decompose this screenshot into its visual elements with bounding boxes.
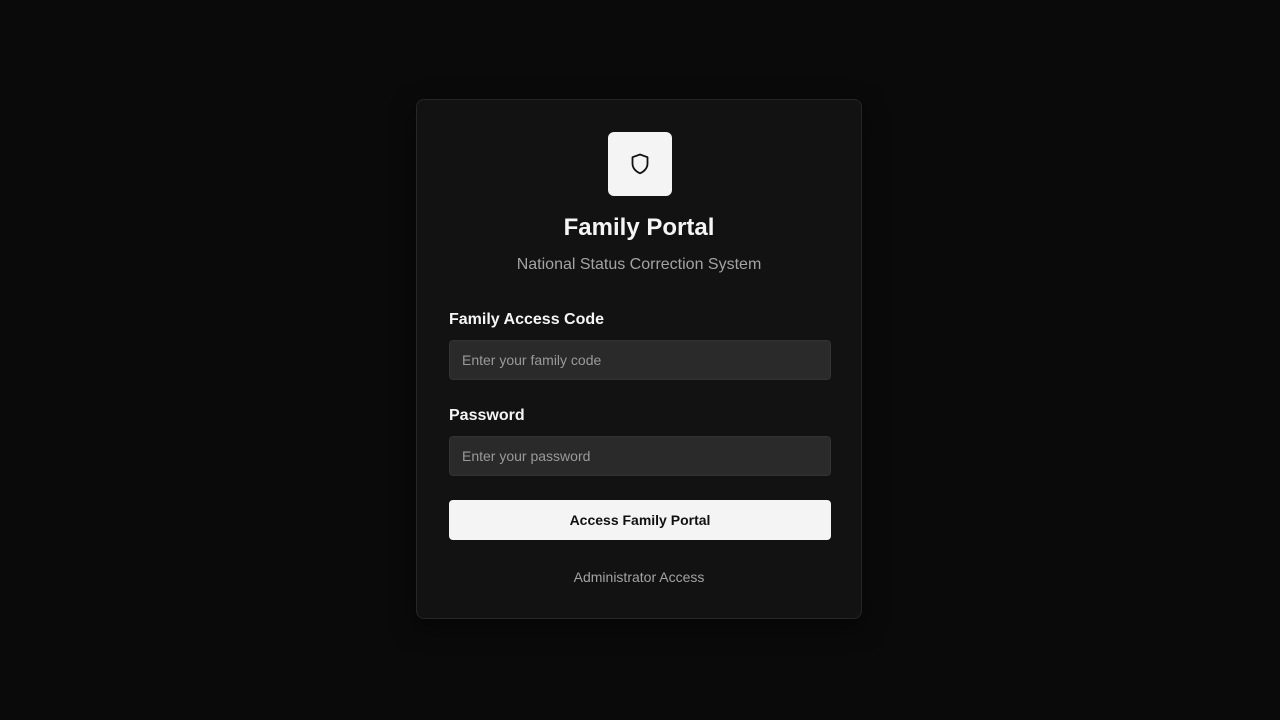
login-card: Family Portal National Status Correction… bbox=[416, 99, 862, 619]
password-input[interactable] bbox=[449, 436, 831, 476]
family-code-label: Family Access Code bbox=[449, 311, 605, 328]
page: Family Portal National Status Correction… bbox=[0, 0, 1280, 720]
page-title: Family Portal bbox=[563, 214, 715, 241]
page-subtitle: National Status Correction System bbox=[516, 256, 762, 273]
administrator-access-link[interactable]: Administrator Access bbox=[417, 567, 861, 587]
logo-badge bbox=[608, 132, 672, 196]
shield-icon bbox=[631, 153, 649, 175]
password-label: Password bbox=[449, 407, 525, 424]
access-portal-button[interactable]: Access Family Portal bbox=[449, 500, 831, 540]
family-code-input[interactable] bbox=[449, 340, 831, 380]
